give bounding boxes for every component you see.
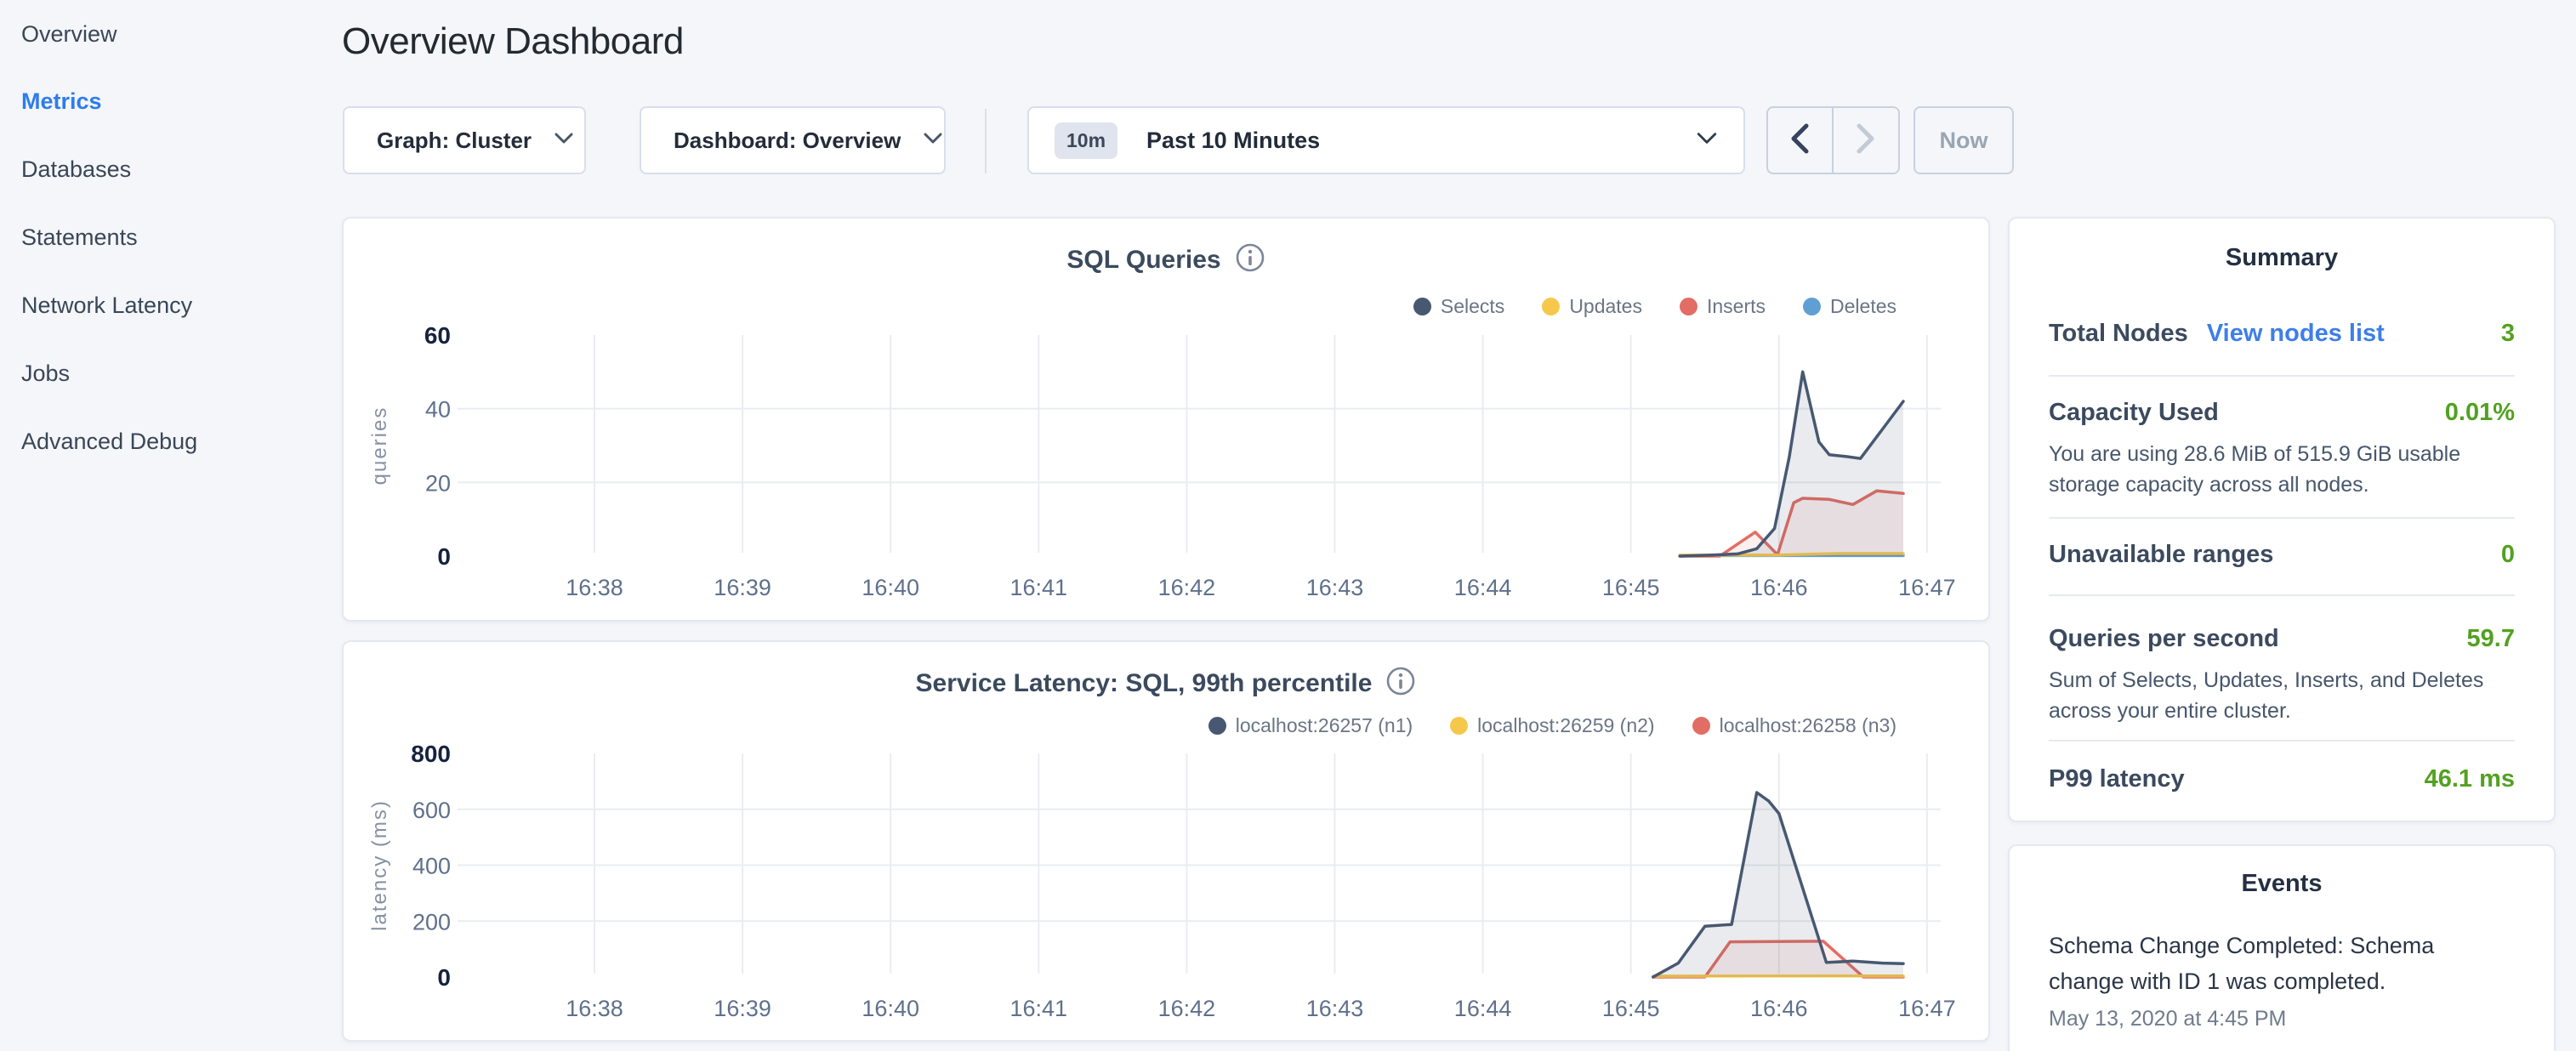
summary-row-unavailable-ranges: Unavailable ranges 0 [2049,519,2515,596]
chevron-down-icon [554,132,574,150]
summary-description: You are using 28.6 MiB of 515.9 GiB usab… [2049,439,2515,500]
event-text: Schema Change Completed: Schema change w… [2049,929,2515,1000]
sql-queries-chart[interactable]: 16:38 16:39 16:40 16:41 16:42 16:43 16:44 16:45… [344,291,1988,621]
service-latency-chart-card: Service Latency: SQL, 99th percentile lo… [342,640,1990,1042]
sidebar-item-network-latency[interactable]: Network Latency [21,287,192,324]
graph-dropdown-label: Graph: Cluster [377,128,532,154]
y-axis-tick-label: 0 [437,964,451,991]
sidebar-item-databases[interactable]: Databases [21,151,131,188]
summary-row-queries-per-second: Queries per second 59.7 Sum of Selects, … [2049,596,2515,741]
time-range-selector[interactable]: 10m Past 10 Minutes [1027,106,1745,174]
toolbar-divider [985,109,987,173]
chart-title: SQL Queries [1066,246,1220,275]
summary-label: Queries per second [2049,625,2279,653]
summary-title: Summary [2010,244,2554,272]
x-axis-tick-label: 16:41 [1010,996,1068,1021]
y-axis-tick-label: 400 [412,854,451,879]
x-axis-tick-label: 16:40 [862,996,919,1021]
y-axis-tick-label: 40 [425,397,451,423]
x-axis-tick-label: 16:45 [1602,575,1660,600]
x-axis-tick-label: 16:46 [1750,575,1808,600]
summary-row-total-nodes: Total Nodes View nodes list 3 [2049,272,2515,377]
summary-label: Capacity Used [2049,399,2219,427]
chevron-down-icon [1696,131,1718,151]
next-time-button[interactable] [1834,108,1899,173]
summary-panel: Summary Total Nodes View nodes list 3 Ca… [2008,217,2556,822]
summary-value: 0.01% [2445,399,2515,427]
summary-row-capacity-used: Capacity Used 0.01% You are using 28.6 M… [2049,377,2515,519]
events-panel: Events Schema Change Completed: Schema c… [2008,844,2556,1051]
event-timestamp: May 13, 2020 at 4:45 PM [2049,1007,2515,1031]
x-axis-tick-label: 16:40 [862,575,919,600]
chevron-left-icon [1788,122,1811,159]
time-window-label: Past 10 Minutes [1146,128,1674,154]
x-axis-tick-label: 16:41 [1010,575,1068,600]
y-axis-tick-label: 60 [424,322,451,349]
time-step-buttons [1766,106,1900,174]
x-axis-tick-label: 16:43 [1306,575,1364,600]
summary-label: Unavailable ranges [2049,541,2273,569]
x-axis-tick-label: 16:44 [1454,575,1512,600]
x-axis-tick-label: 16:46 [1750,996,1808,1021]
y-axis-tick-label: 0 [437,543,451,570]
y-axis-title: latency (ms) [368,799,391,931]
y-axis-title: queries [368,406,391,486]
sidebar-item-advanced-debug[interactable]: Advanced Debug [21,423,197,460]
series-area [1653,793,1903,977]
service-latency-chart[interactable]: 16:38 16:39 16:40 16:41 16:42 16:43 16:44 16:45… [344,716,1988,1041]
time-window-badge: 10m [1055,122,1117,159]
prev-time-button[interactable] [1768,108,1834,173]
summary-label: P99 latency [2049,765,2185,793]
x-axis-tick-label: 16:47 [1898,996,1956,1021]
x-axis-tick-label: 16:39 [714,575,771,600]
x-axis-tick-label: 16:38 [566,996,623,1021]
summary-value: 0 [2501,541,2515,569]
summary-value: 3 [2501,320,2515,348]
graph-dropdown[interactable]: Graph: Cluster [343,106,586,174]
now-button[interactable]: Now [1914,106,2014,174]
summary-value: 59.7 [2467,625,2515,653]
info-icon[interactable] [1385,666,1416,701]
dashboard-dropdown[interactable]: Dashboard: Overview [640,106,946,174]
chevron-right-icon [1855,122,1877,159]
sidebar-item-overview[interactable]: Overview [21,15,117,53]
x-axis-tick-label: 16:43 [1306,996,1364,1021]
x-axis-tick-label: 16:44 [1454,996,1512,1021]
dashboard-dropdown-label: Dashboard: Overview [674,128,901,154]
summary-row-p99-latency: P99 latency 46.1 ms [2049,741,2515,817]
x-axis-tick-label: 16:42 [1158,575,1216,600]
y-axis-tick-label: 800 [411,741,451,767]
series-area [1680,372,1903,556]
y-axis-tick-label: 20 [425,470,451,496]
x-axis-tick-label: 16:38 [566,575,623,600]
event-list-item[interactable]: Schema Change Completed: Schema change w… [2010,898,2554,1031]
summary-description: Sum of Selects, Updates, Inserts, and De… [2049,665,2515,726]
x-axis-tick-label: 16:42 [1158,996,1216,1021]
x-axis-tick-label: 16:45 [1602,996,1660,1021]
chart-title: Service Latency: SQL, 99th percentile [916,669,1373,698]
x-axis-tick-label: 16:39 [714,996,771,1021]
sidebar-item-jobs[interactable]: Jobs [21,355,70,392]
view-nodes-list-link[interactable]: View nodes list [2207,320,2385,348]
y-axis-tick-label: 200 [412,909,451,935]
sidebar: Overview Metrics Databases Statements Ne… [0,0,342,1051]
y-axis-tick-label: 600 [412,798,451,823]
sidebar-item-statements[interactable]: Statements [21,219,138,256]
events-title: Events [2010,870,2554,898]
sidebar-item-metrics[interactable]: Metrics [21,82,102,120]
summary-label: Total Nodes [2049,320,2188,348]
info-icon[interactable] [1235,242,1265,277]
summary-value: 46.1 ms [2425,765,2515,793]
x-axis-tick-label: 16:47 [1898,575,1956,600]
chevron-down-icon [923,132,943,150]
page-title: Overview Dashboard [342,20,684,63]
sql-queries-chart-card: SQL Queries SelectsUpdatesInsertsDeletes… [342,217,1990,622]
